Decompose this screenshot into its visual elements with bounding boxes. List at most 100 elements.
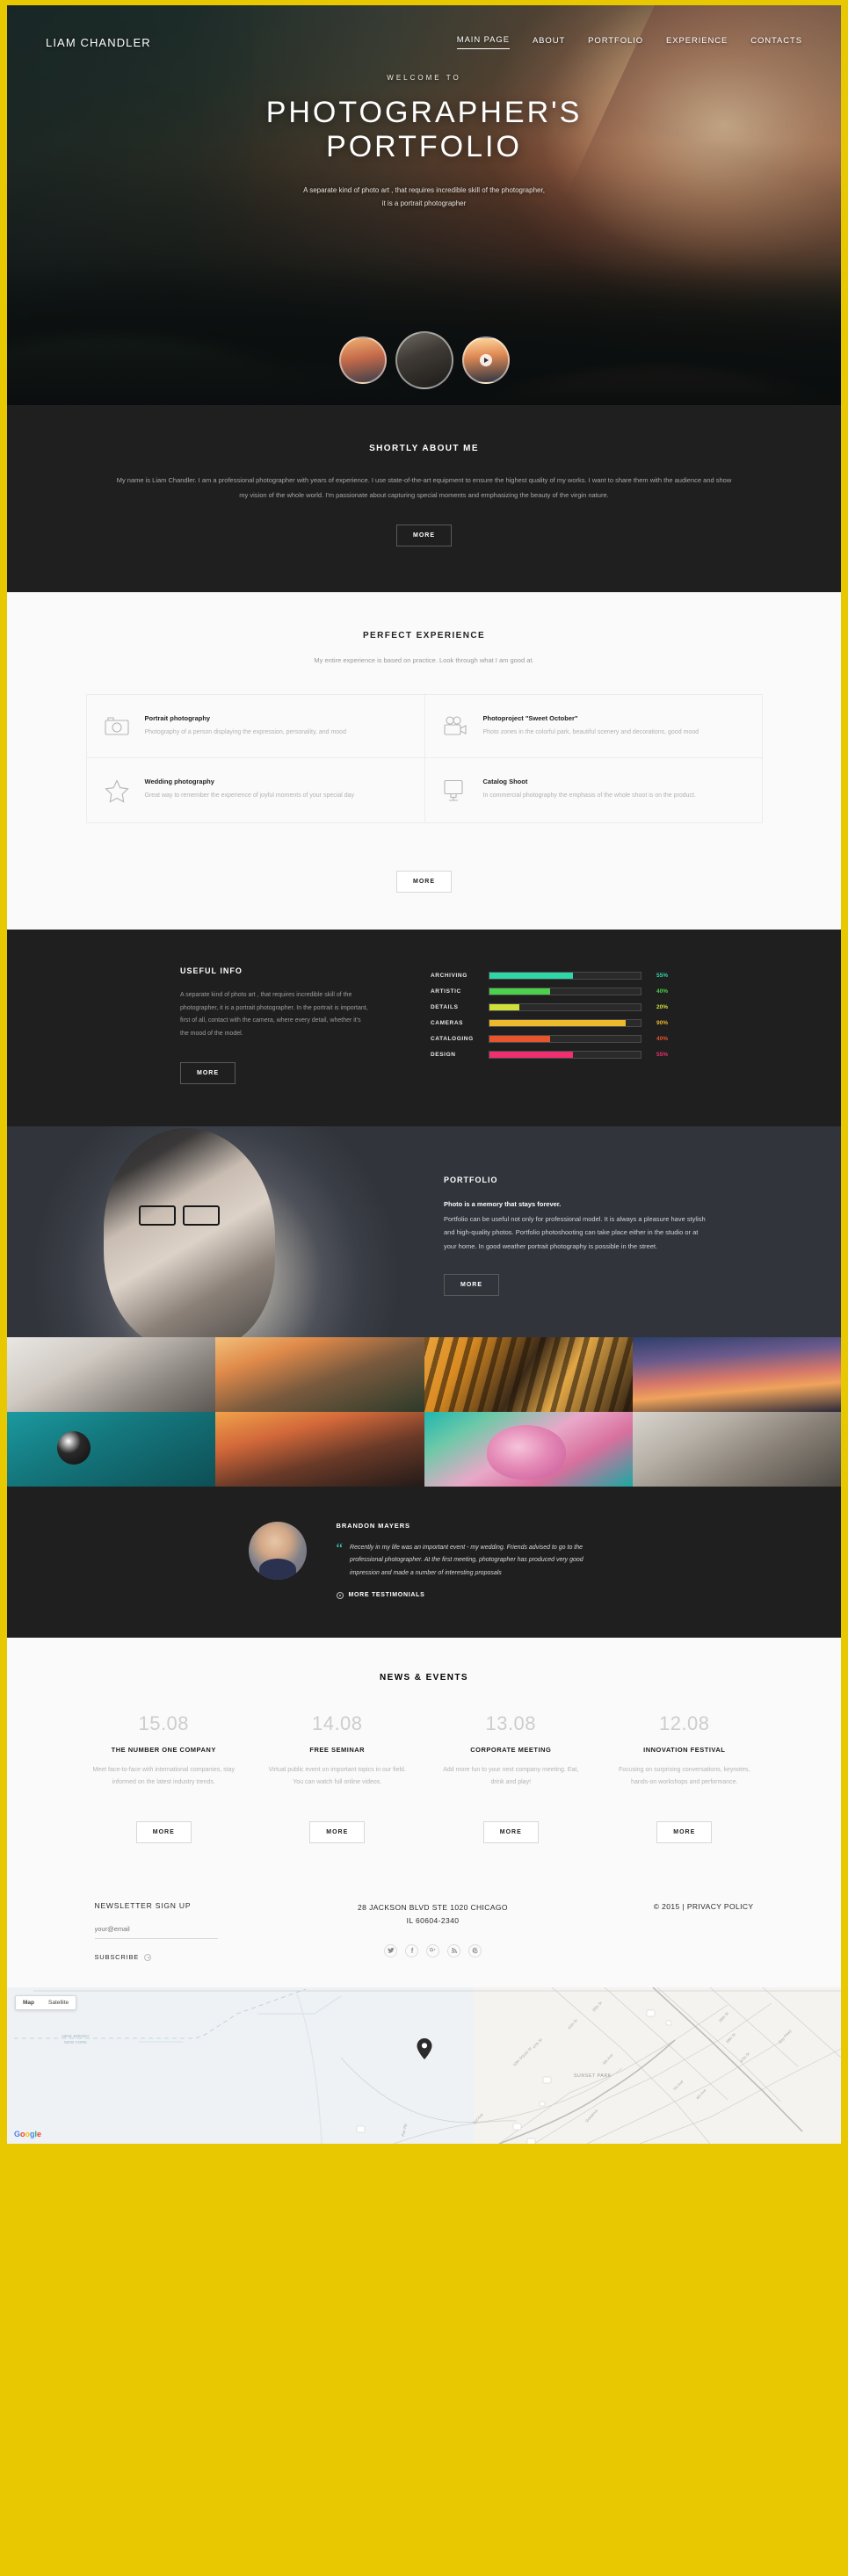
skill-label: DETAILS	[431, 1004, 459, 1011]
experience-card-wedding[interactable]: Wedding photography Great way to remembe…	[85, 757, 424, 824]
experience-card-catalog[interactable]: Catalog Shoot In commercial photography …	[424, 757, 763, 824]
portfolio-section: PORTFOLIO Photo is a memory that stays f…	[7, 1125, 841, 1337]
facebook-icon[interactable]	[405, 1943, 418, 1957]
subscribe-label: SUBSCRIBE	[94, 1953, 140, 1962]
news-item-title: THE NUMBER ONE COMPANY	[111, 1745, 216, 1754]
skill-percent: 20%	[656, 1004, 668, 1011]
about-text: My name is Liam Chandler. I am a profess…	[116, 476, 732, 500]
news-date: 14.08	[311, 1711, 363, 1734]
testimonial-quote-wrap: “ Recently in my life was an important e…	[337, 1541, 600, 1580]
testimonial-author-name: BRANDON MAYERS	[336, 1521, 410, 1530]
skill-percent: 40%	[656, 988, 668, 995]
testimonial-body: BRANDON MAYERS “ Recently in my life was…	[336, 1521, 600, 1599]
nav-item-experience[interactable]: EXPERIENCE	[666, 36, 728, 49]
news-date: 15.08	[138, 1711, 190, 1734]
nav-item-portfolio[interactable]: PORTFOLIO	[588, 36, 643, 49]
portfolio-more-button[interactable]: MORE	[444, 1273, 499, 1296]
news-item: 13.08 CORPORATE MEETING Add more fun to …	[424, 1711, 598, 1844]
news-date: 13.08	[485, 1711, 537, 1734]
skill-fill	[489, 1036, 550, 1043]
news-more-button[interactable]: MORE	[135, 1821, 192, 1844]
hero-thumb-1[interactable]	[338, 336, 387, 384]
gallery-photo-sunset-rocks[interactable]	[215, 1411, 424, 1487]
svg-text:NEW JERSEY: NEW JERSEY	[62, 2034, 90, 2039]
experience-card-portrait[interactable]: Portrait photography Photography of a pe…	[85, 693, 424, 758]
experience-card-photoproject[interactable]: Photoproject "Sweet October" Photo zones…	[424, 693, 763, 758]
experience-section: PERFECT EXPERIENCE My entire experience …	[7, 591, 841, 930]
news-item-desc: Virtual public event on important topics…	[268, 1766, 406, 1785]
experience-card-title: Photoproject "Sweet October"	[482, 713, 578, 722]
hero-title-line-1: PHOTOGRAPHER'S	[265, 96, 583, 129]
svg-text:47th St: 47th St	[532, 2037, 544, 2050]
experience-title: PERFECT EXPERIENCE	[362, 630, 486, 640]
skill-percent: 55%	[656, 973, 668, 980]
skill-track	[489, 1051, 641, 1060]
hero-thumb-3[interactable]	[461, 336, 510, 384]
pinterest-icon[interactable]	[468, 1943, 482, 1957]
google-plus-icon[interactable]	[426, 1943, 439, 1957]
skill-row-design: DESIGN 55%	[431, 1051, 668, 1060]
news-item: 15.08 THE NUMBER ONE COMPANY Meet face-t…	[77, 1711, 251, 1844]
testimonial-section: BRANDON MAYERS “ Recently in my life was…	[7, 1486, 841, 1638]
rss-icon[interactable]	[447, 1943, 460, 1957]
page-content: LIAM CHANDLER MAIN PAGE ABOUT PORTFOLIO …	[7, 5, 841, 2145]
nav-item-about[interactable]: ABOUT	[533, 36, 565, 49]
gallery-photo-model[interactable]	[7, 1336, 216, 1412]
experience-more-button[interactable]: MORE	[396, 871, 452, 894]
hero-thumb-2[interactable]	[395, 331, 453, 389]
skill-row-archiving: ARCHIVING 55%	[431, 972, 668, 980]
twitter-icon[interactable]	[384, 1943, 397, 1957]
experience-card-desc: In commercial photography the emphasis o…	[482, 792, 696, 800]
nav-item-contacts[interactable]: CONTACTS	[750, 36, 802, 49]
map-type-control[interactable]: Map Satellite	[15, 1995, 77, 2011]
address-line-1: 28 JACKSON BLVD STE 1020 CHICAGO	[358, 1903, 508, 1913]
copyright-text[interactable]: © 2015 | PRIVACY POLICY	[596, 1902, 754, 1911]
gallery-photo-lighthouse[interactable]	[632, 1336, 841, 1412]
gallery-photo-portrait-man[interactable]	[632, 1411, 841, 1487]
map-location-pin[interactable]	[417, 2038, 431, 2060]
skill-fill	[489, 988, 550, 995]
gallery-photo-tiger[interactable]	[424, 1336, 633, 1412]
svg-text:36th St: 36th St	[718, 2011, 730, 2023]
news-more-button[interactable]: MORE	[309, 1821, 366, 1844]
newsletter-title: NEWSLETTER SIGN UP	[94, 1901, 192, 1911]
portfolio-text: Portfolio can be useful not only for pro…	[444, 1214, 706, 1250]
logo-letter: G	[14, 2130, 21, 2139]
subscribe-button[interactable]: SUBSCRIBE	[95, 1953, 271, 1961]
map-section[interactable]: 35th St 41th St 47th St 51th St 53th St …	[7, 1987, 841, 2145]
news-title: NEWS & EVENTS	[380, 1672, 468, 1682]
nav-item-main-page[interactable]: MAIN PAGE	[456, 35, 510, 49]
map-button-map[interactable]: Map	[16, 1996, 41, 2009]
svg-text:51th St: 51th St	[521, 2046, 533, 2059]
hero-section: LIAM CHANDLER MAIN PAGE ABOUT PORTFOLIO …	[7, 5, 841, 405]
useful-info-text: A separate kind of photo art , that requ…	[180, 992, 368, 1038]
social-links	[323, 1943, 543, 1957]
skill-percent: 55%	[656, 1052, 668, 1059]
experience-card-desc: Photography of a person displaying the e…	[144, 728, 346, 735]
experience-more-wrap: MORE	[7, 850, 841, 894]
gallery-photo-billiard[interactable]	[7, 1411, 216, 1487]
more-testimonials-link[interactable]: MORE TESTIMONIALS	[336, 1591, 600, 1599]
useful-info-title: USEFUL INFO	[180, 966, 243, 976]
skill-fill	[489, 1004, 520, 1011]
gallery-photo-palm[interactable]	[215, 1336, 424, 1412]
glasses-icon	[139, 1205, 220, 1226]
gallery-grid	[7, 1336, 841, 1487]
site-brand[interactable]: LIAM CHANDLER	[46, 36, 151, 49]
portfolio-copy: PORTFOLIO Photo is a memory that stays f…	[444, 1176, 707, 1296]
news-item-desc: Add more fun to your next company meetin…	[443, 1766, 579, 1785]
footer-copyright-block: © 2015 | PRIVACY POLICY	[596, 1901, 754, 1911]
target-icon	[336, 1591, 344, 1599]
news-more-button[interactable]: MORE	[656, 1821, 713, 1844]
gallery-photo-tulips[interactable]	[424, 1411, 633, 1487]
about-more-button[interactable]: MORE	[396, 524, 452, 546]
hero-thumbnail-carousel	[7, 331, 841, 389]
map-button-satellite[interactable]: Satellite	[41, 1996, 76, 2009]
email-field[interactable]	[94, 1922, 218, 1940]
skill-percent: 90%	[656, 1020, 668, 1027]
star-icon	[104, 778, 131, 803]
skill-track	[489, 1035, 641, 1044]
news-more-button[interactable]: MORE	[482, 1821, 539, 1844]
experience-card-desc: Great way to remember the experience of …	[144, 792, 355, 800]
useful-more-button[interactable]: MORE	[180, 1061, 236, 1084]
